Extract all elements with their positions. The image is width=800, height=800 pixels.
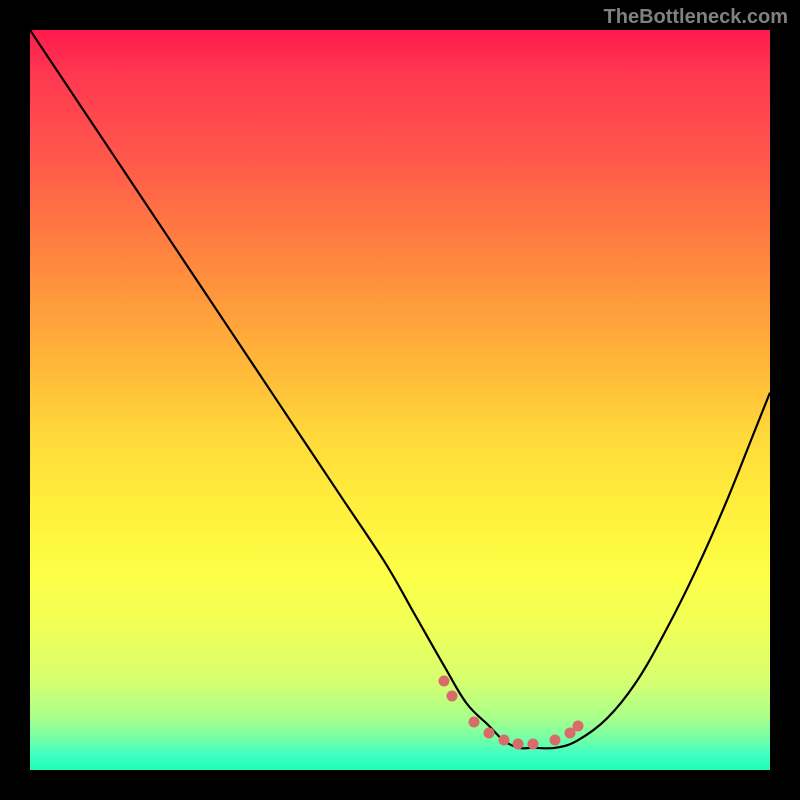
highlight-markers [30, 30, 770, 770]
highlight-marker [550, 735, 561, 746]
highlight-marker [513, 739, 524, 750]
chart-plot-area [30, 30, 770, 770]
watermark-text: TheBottleneck.com [604, 6, 788, 29]
highlight-marker [439, 676, 450, 687]
highlight-marker [572, 720, 583, 731]
highlight-marker [469, 716, 480, 727]
highlight-marker [498, 735, 509, 746]
highlight-marker [446, 691, 457, 702]
highlight-marker [483, 728, 494, 739]
highlight-marker [528, 739, 539, 750]
